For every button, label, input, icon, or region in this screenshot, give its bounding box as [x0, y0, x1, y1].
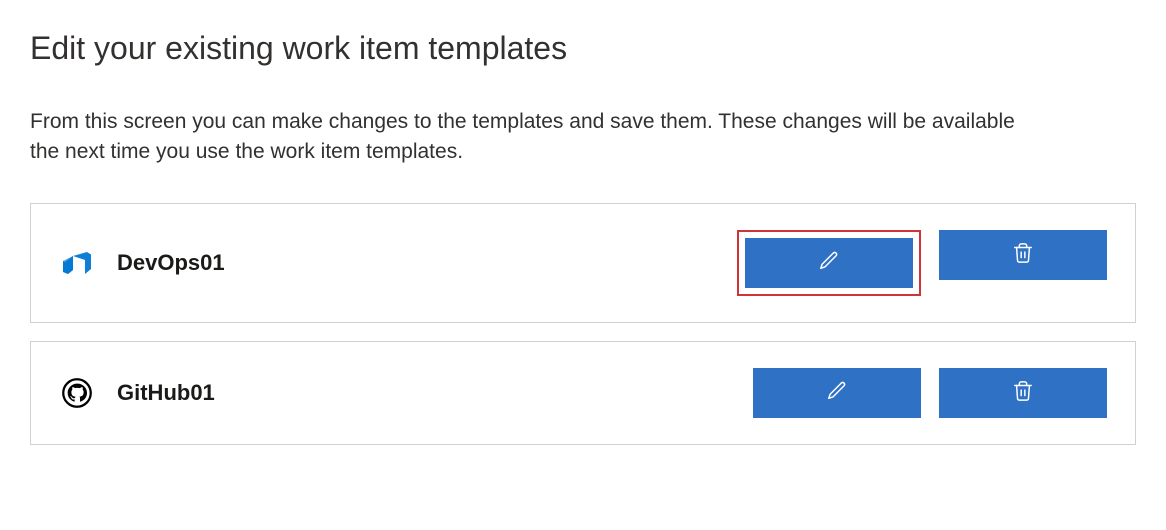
delete-button[interactable]	[939, 230, 1107, 280]
edit-button-highlight	[737, 230, 921, 296]
page-title: Edit your existing work item templates	[30, 30, 1136, 67]
template-list: DevOps01	[30, 203, 1136, 445]
template-card: GitHub01	[30, 341, 1136, 445]
edit-button[interactable]	[753, 368, 921, 418]
delete-button[interactable]	[939, 368, 1107, 418]
trash-icon	[1012, 242, 1034, 267]
action-button-group	[753, 368, 1107, 418]
template-name: GitHub01	[117, 380, 753, 406]
edit-button[interactable]	[745, 238, 913, 288]
template-card: DevOps01	[30, 203, 1136, 323]
template-name: DevOps01	[117, 250, 737, 276]
page-description: From this screen you can make changes to…	[30, 107, 1030, 168]
pencil-icon	[818, 250, 840, 275]
pencil-icon	[826, 380, 848, 405]
trash-icon	[1012, 380, 1034, 405]
azure-devops-icon	[59, 245, 95, 281]
github-icon	[59, 375, 95, 411]
action-button-group	[737, 230, 1107, 296]
